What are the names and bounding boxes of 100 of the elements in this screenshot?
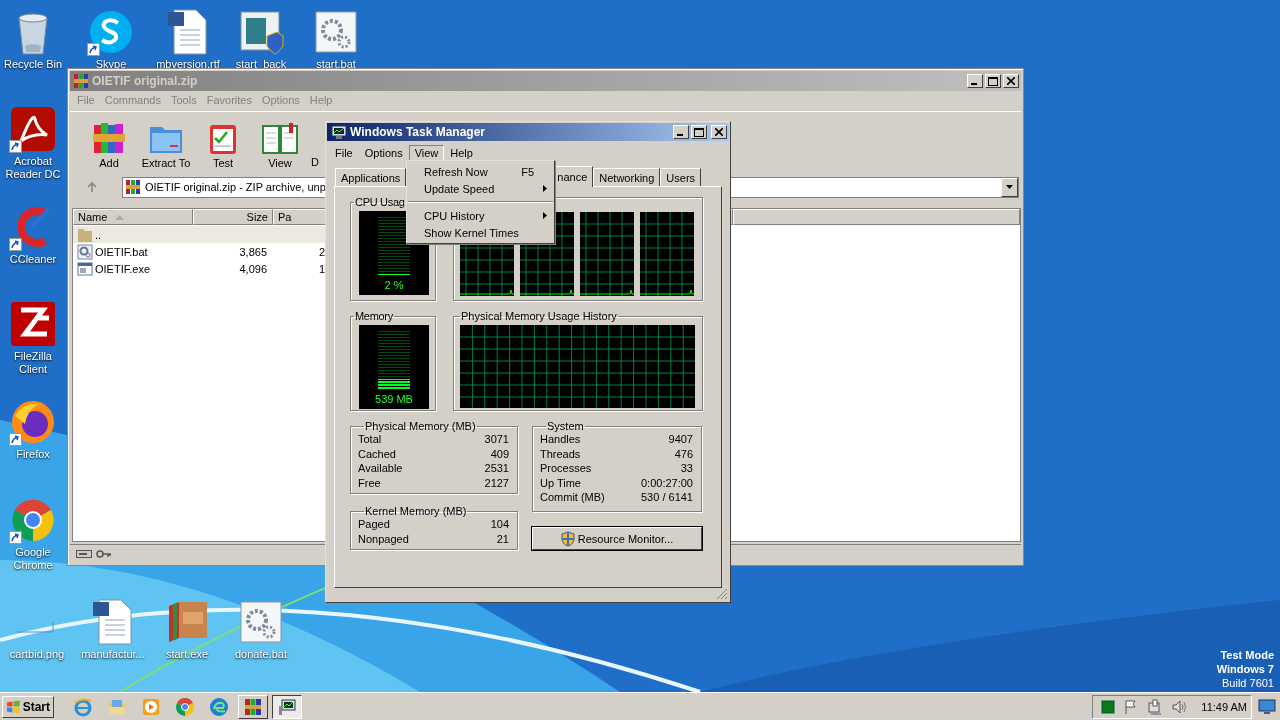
stat-label: Processes: [540, 461, 592, 476]
table-cell[interactable]: OIETIF.bat: [73, 243, 193, 260]
close-button[interactable]: [711, 125, 727, 139]
desktop-icon-label[interactable]: start_back: [235, 58, 287, 71]
monitor-icon[interactable]: [1258, 698, 1276, 715]
close-icon: [1007, 77, 1015, 85]
stat-value: 0:00:27:00: [641, 475, 693, 490]
gears-icon[interactable]: [312, 8, 360, 56]
drive-icon: [76, 549, 92, 559]
stat-label: Handles: [540, 432, 581, 447]
system-info-text: Test Mode: [1220, 648, 1274, 662]
stat-label: Commit (MB): [540, 490, 605, 505]
desktop-icon-label[interactable]: mbversion.rtf: [156, 58, 220, 71]
stat-value: 2127: [484, 475, 509, 490]
media-player-icon: [141, 696, 161, 717]
system-info-text: Build 7601: [1222, 676, 1274, 690]
column-header[interactable]: [733, 209, 1020, 225]
menu-item[interactable]: CPU History: [407, 207, 554, 224]
taskbar-button[interactable]: [272, 694, 302, 719]
menu-item[interactable]: File: [329, 144, 359, 161]
stat-label: Paged: [358, 517, 390, 532]
books-icon: [91, 121, 127, 155]
window-title: Windows Task Manager: [350, 125, 486, 139]
key-icon: [96, 549, 112, 559]
column-header[interactable]: Name: [73, 209, 193, 225]
stat-value: 21: [496, 531, 509, 546]
stat-value: 33: [680, 461, 693, 476]
chat-icon[interactable]: [87, 8, 135, 56]
table-cell-text: 2: [317, 245, 325, 258]
task-manager-icon: [277, 696, 297, 717]
archiver-icon: [243, 696, 263, 717]
browser-icon: [209, 696, 229, 717]
toolbar-button[interactable]: Add: [81, 121, 137, 172]
close-button[interactable]: [1003, 74, 1019, 88]
folder-icon: [77, 226, 93, 243]
status-square-icon[interactable]: [1101, 699, 1116, 714]
minimize-button[interactable]: [967, 74, 983, 88]
menu-item[interactable]: Options: [358, 144, 409, 161]
clock-time[interactable]: 11:49 AM: [1201, 700, 1247, 713]
group-label: CPU Usag: [354, 197, 406, 208]
document-reader-icon[interactable]: [9, 105, 57, 153]
caret-icon: [1006, 185, 1013, 189]
memory-reading: 539 MB: [375, 393, 413, 405]
stat-label: Threads: [540, 446, 581, 461]
toolbar-button[interactable]: View: [252, 121, 308, 172]
table-cell-text: 3,865: [238, 245, 267, 258]
stat-value: 530 / 6141: [641, 490, 693, 505]
table-cell-text: 1: [317, 262, 325, 275]
resource-monitor-button[interactable]: Resource Monitor...: [532, 527, 702, 550]
maximize-button[interactable]: [985, 74, 1001, 88]
table-cell[interactable]: OIETIF.exe: [73, 260, 193, 277]
gear-file-icon: [77, 243, 93, 260]
task-manager-icon: [331, 124, 347, 140]
stat-value: 3071: [484, 432, 509, 447]
tab[interactable]: Networking: [593, 168, 661, 186]
table-cell-text: 4,096: [238, 262, 267, 275]
windows-flag-icon: [6, 699, 21, 714]
dropdown-button[interactable]: [1001, 177, 1018, 197]
system-info-text: Windows 7: [1216, 662, 1274, 676]
setup-shield-icon[interactable]: [237, 8, 285, 56]
resize-grip-icon[interactable]: [716, 588, 728, 600]
toolbar-button[interactable]: Extract To: [138, 121, 194, 172]
archiver-icon: [125, 179, 141, 195]
network-icon[interactable]: [1147, 698, 1164, 715]
start-button[interactable]: Start: [2, 695, 54, 718]
browser-icon[interactable]: [9, 398, 57, 446]
cpu-reading: 2 %: [384, 279, 404, 291]
desktop-icon-label[interactable]: Acrobat Reader DC: [1, 155, 65, 181]
desktop-icon-label[interactable]: CCleaner: [9, 253, 57, 266]
up-arrow-icon: [86, 181, 98, 193]
menu-item[interactable]: Help: [444, 144, 479, 161]
stat-label: Cached: [358, 446, 396, 461]
gears-icon[interactable]: [237, 598, 285, 646]
group-label: Kernel Memory (MB): [364, 506, 468, 517]
stat-value: 104: [490, 517, 509, 532]
stat-label: Nonpaged: [358, 531, 409, 546]
browser-icon: [73, 696, 93, 717]
desktop-icon-label[interactable]: FileZilla Client: [1, 350, 65, 376]
desktop-icon-label[interactable]: Recycle Bin: [3, 58, 63, 71]
group-label: System: [546, 421, 585, 432]
maximize-button[interactable]: [691, 125, 707, 139]
stat-value: 476: [674, 446, 693, 461]
book-icon: [262, 121, 298, 155]
stat-label: Free: [358, 475, 381, 490]
toolbar-button[interactable]: Test: [195, 121, 251, 172]
shield-icon: [560, 530, 575, 547]
column-header[interactable]: Size: [193, 209, 273, 225]
group-label: Memory: [354, 311, 394, 322]
tab[interactable]: Users: [660, 168, 702, 186]
desktop-icon-label[interactable]: start.bat: [316, 58, 356, 71]
sort-ascending-icon: [115, 214, 125, 220]
minimize-button[interactable]: [673, 125, 689, 139]
archiver-icon: [73, 73, 89, 89]
menu-item[interactable]: Show Kernel Times: [407, 224, 554, 241]
toolbar-button-label[interactable]: D: [311, 156, 319, 172]
file-transfer-icon[interactable]: [9, 300, 57, 348]
stat-label: Available: [358, 461, 403, 476]
close-icon: [715, 128, 723, 136]
speaker-icon[interactable]: [1171, 698, 1188, 715]
window-title: OIETIF original.zip: [92, 74, 198, 88]
